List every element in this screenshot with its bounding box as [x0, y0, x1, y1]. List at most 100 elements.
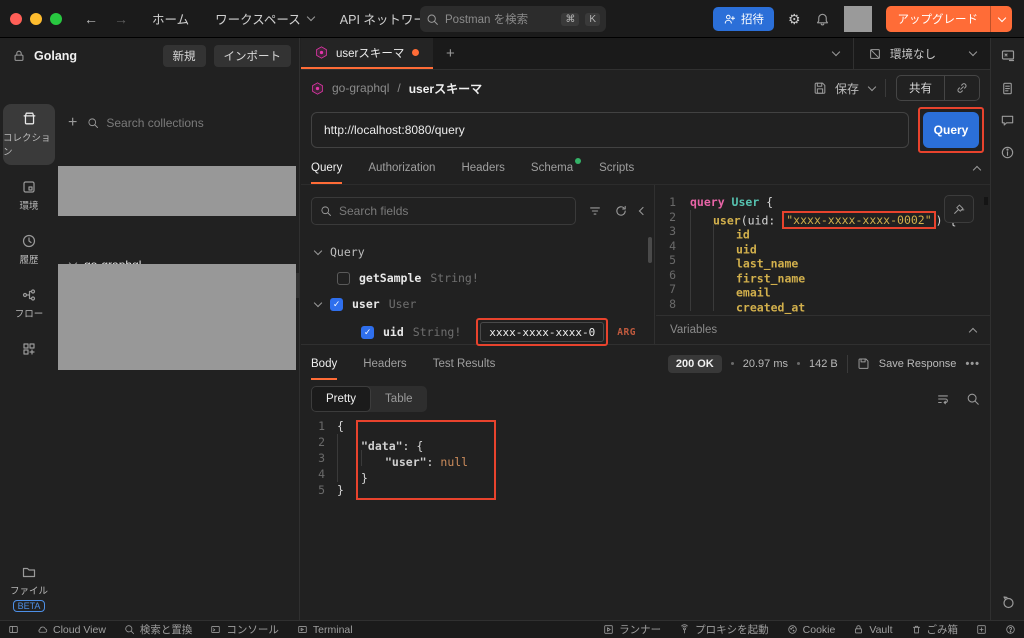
checkbox-user[interactable]: ✓ — [330, 298, 343, 311]
back-icon[interactable]: ← — [84, 11, 98, 27]
tree-root-query[interactable]: Query — [301, 239, 654, 265]
help-icon[interactable] — [1005, 624, 1016, 635]
whats-new-icon[interactable] — [1000, 594, 1016, 610]
close-window-button[interactable] — [10, 13, 22, 25]
avatar[interactable] — [844, 6, 872, 32]
sidebar-item-blocks[interactable] — [3, 335, 55, 364]
tab-scripts[interactable]: Scripts — [599, 152, 634, 184]
uid-value-input[interactable] — [480, 322, 604, 342]
environments-icon — [21, 179, 37, 195]
sidebar-item-flows[interactable]: フロー — [3, 281, 55, 327]
more-options-icon[interactable]: ••• — [965, 358, 980, 370]
main-pane: userスキーマ + 環境なし go-graphql / userスキーマ 保存 — [301, 38, 990, 620]
graphql-icon — [315, 46, 328, 59]
console-button[interactable]: コンソール — [210, 622, 279, 637]
url-input[interactable] — [311, 112, 909, 148]
redacted-block — [58, 264, 296, 370]
tab-authorization[interactable]: Authorization — [368, 152, 435, 184]
prettify-broom-icon — [952, 202, 966, 216]
minimize-window-button[interactable] — [30, 13, 42, 25]
collapse-section-icon[interactable] — [973, 165, 981, 173]
save-response-button[interactable]: Save Response — [879, 358, 957, 370]
env-quick-look-icon[interactable] — [1000, 48, 1016, 64]
tab-list-chevron-icon[interactable] — [819, 52, 853, 55]
checkbox-uid[interactable]: ✓ — [361, 326, 374, 339]
sidebar-toggle-icon[interactable] — [8, 624, 19, 635]
variables-section[interactable]: Variables — [656, 315, 990, 344]
wrap-text-icon[interactable] — [936, 392, 950, 406]
expand-panel-icon[interactable] — [976, 624, 987, 635]
upgrade-button[interactable]: アップグレード — [886, 6, 991, 32]
comments-icon[interactable] — [1000, 113, 1015, 128]
info-icon[interactable] — [1000, 145, 1015, 160]
filter-icon[interactable] — [588, 204, 602, 218]
response-size[interactable]: 142 B — [809, 358, 838, 370]
environment-selector[interactable]: 環境なし — [854, 46, 990, 62]
prettify-button[interactable] — [944, 195, 974, 223]
view-pretty[interactable]: Pretty — [311, 386, 371, 412]
menu-workspaces[interactable]: ワークスペース — [215, 9, 314, 28]
tree-field-uid[interactable]: ✓ uid String! ARG — [301, 317, 654, 347]
graphql-editor[interactable]: 1query User {2user(uid: "xxxx-xxxx-xxxx-… — [656, 185, 990, 344]
sidebar-item-history[interactable]: 履歴 — [3, 227, 55, 273]
tab-body[interactable]: Body — [311, 348, 337, 380]
find-replace-button[interactable]: 検索と置換 — [124, 622, 193, 637]
tab-headers[interactable]: Headers — [461, 152, 504, 184]
trash-icon — [911, 624, 922, 635]
tab-user-schema[interactable]: userスキーマ — [301, 38, 433, 69]
copy-link-button[interactable] — [944, 76, 979, 100]
vault-button[interactable]: Vault — [853, 624, 892, 636]
proxy-icon — [679, 624, 690, 635]
tree-field-getsample[interactable]: getSample String! — [301, 265, 654, 291]
status-badge[interactable]: 200 OK — [668, 355, 722, 373]
notifications-bell-icon[interactable] — [815, 12, 830, 27]
trash-button[interactable]: ごみ箱 — [911, 622, 959, 637]
tree-field-user[interactable]: ✓ user User — [301, 291, 654, 317]
save-button[interactable]: 保存 — [813, 80, 859, 97]
new-tab-button[interactable]: + — [433, 38, 467, 69]
save-options-chevron-icon[interactable] — [868, 82, 876, 90]
terminal-button[interactable]: Terminal — [297, 624, 353, 636]
collapse-builder-icon[interactable] — [639, 207, 647, 215]
maximize-window-button[interactable] — [50, 13, 62, 25]
breadcrumb-request[interactable]: userスキーマ — [409, 80, 482, 97]
response-time[interactable]: 20.97 ms — [743, 358, 788, 370]
documentation-icon[interactable] — [1000, 81, 1015, 96]
search-fields-input[interactable]: Search fields — [311, 197, 576, 225]
upgrade-dropdown-button[interactable] — [990, 6, 1012, 32]
sidebar-item-files[interactable]: ファイル BETA — [0, 564, 58, 612]
import-button[interactable]: インポート — [214, 45, 292, 67]
cookie-button[interactable]: Cookie — [787, 624, 836, 636]
breadcrumb-collection[interactable]: go-graphql — [332, 81, 389, 95]
refresh-icon[interactable] — [614, 204, 628, 218]
collections-search-input[interactable]: Search collections — [87, 116, 289, 130]
runner-button[interactable]: ランナー — [603, 622, 661, 637]
view-table[interactable]: Table — [371, 386, 427, 412]
start-proxy-button[interactable]: プロキシを起動 — [679, 622, 769, 637]
response-body[interactable]: 1{2"data": {3"user": null4}5} — [311, 418, 990, 620]
code-line: 5last_name — [656, 253, 990, 268]
share-button[interactable]: 共有 — [897, 80, 944, 96]
tab-query[interactable]: Query — [311, 152, 342, 184]
search-response-icon[interactable] — [966, 392, 980, 406]
invite-button[interactable]: 招待 — [713, 7, 774, 31]
settings-gear-icon[interactable]: ⚙ — [788, 11, 801, 28]
editor-scrollbar[interactable] — [984, 197, 988, 205]
sidebar-item-environments[interactable]: 環境 — [3, 173, 55, 219]
new-button[interactable]: 新規 — [163, 45, 206, 67]
forward-icon[interactable]: → — [114, 11, 128, 27]
cloud-view-button[interactable]: Cloud View — [37, 624, 106, 636]
query-send-button[interactable]: Query — [923, 112, 979, 148]
sidebar: Golang 新規 インポート コレクション 環境 履歴 フロー ファイル BE… — [0, 38, 300, 620]
menu-home[interactable]: ホーム — [152, 9, 189, 28]
global-search-input[interactable]: Postman を検索 ⌘ K — [420, 6, 606, 32]
checkbox-getsample[interactable] — [337, 272, 350, 285]
workspace-title[interactable]: Golang — [34, 49, 155, 63]
sidebar-item-collections[interactable]: コレクション — [3, 104, 55, 165]
tab-test-results[interactable]: Test Results — [433, 348, 496, 380]
builder-scrollbar[interactable] — [648, 237, 652, 263]
breadcrumb: go-graphql / userスキーマ 保存 共有 — [301, 70, 990, 106]
add-collection-button[interactable]: + — [68, 114, 77, 132]
tab-schema[interactable]: Schema — [531, 152, 573, 184]
tab-response-headers[interactable]: Headers — [363, 348, 406, 380]
